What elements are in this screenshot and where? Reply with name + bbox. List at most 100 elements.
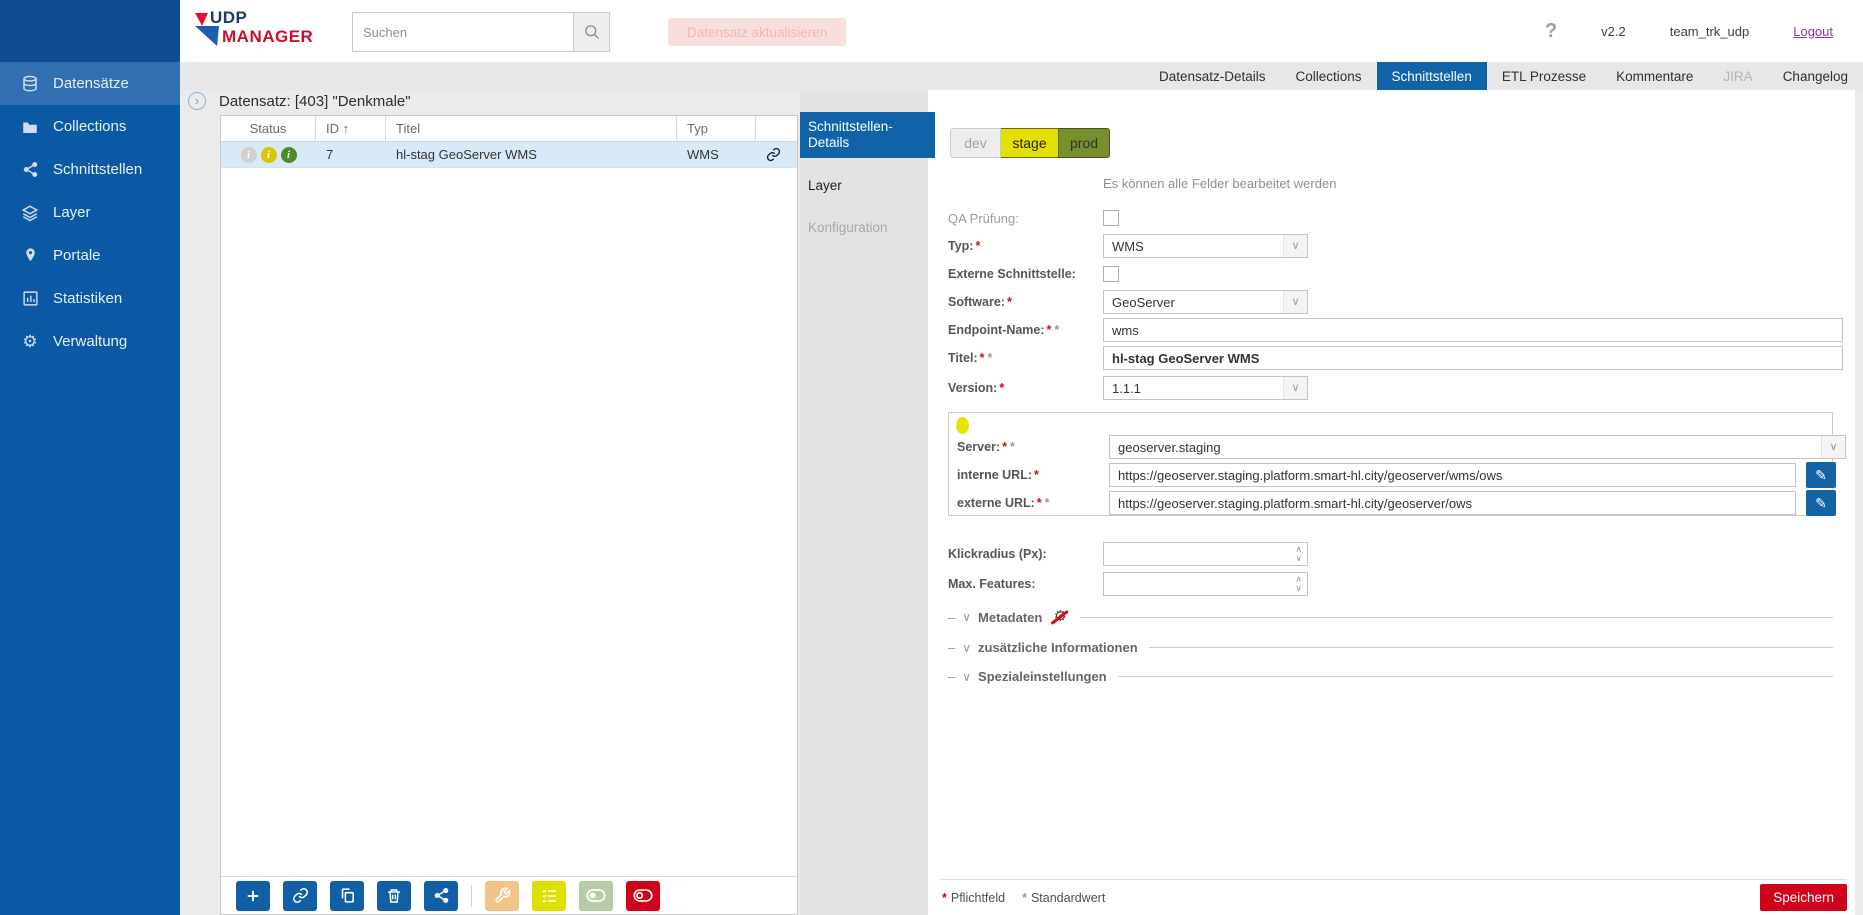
externe-schnittstelle-checkbox[interactable] xyxy=(1103,266,1119,282)
software-row: Software:* GeoServer ∨ xyxy=(948,290,1308,314)
detail-nav: Schnittstellen-Details Layer Konfigurati… xyxy=(800,90,928,915)
edit-externe-url-button[interactable]: ✎ xyxy=(1806,490,1836,516)
pencil-icon: ✎ xyxy=(1815,495,1827,512)
app-version: v2.2 xyxy=(1601,24,1626,39)
env-stage-button[interactable]: stage xyxy=(1001,128,1059,158)
sidebar-corner xyxy=(0,0,180,62)
link-button[interactable] xyxy=(283,881,317,911)
tab-kommentare[interactable]: Kommentare xyxy=(1601,62,1708,90)
logo-red-triangle-icon xyxy=(195,13,208,26)
search-input[interactable] xyxy=(353,13,573,51)
folder-icon xyxy=(21,118,39,136)
checklist-button[interactable] xyxy=(532,881,566,911)
detail-nav-schnittstellen-details[interactable]: Schnittstellen-Details xyxy=(800,112,935,158)
toggle-on-button[interactable] xyxy=(579,881,613,911)
interne-url-row: interne URL:* ✎ xyxy=(957,463,1836,487)
spinner-icon[interactable]: ∧∨ xyxy=(1295,575,1302,593)
trash-icon xyxy=(386,888,402,904)
titel-input[interactable] xyxy=(1103,346,1843,370)
column-status[interactable]: Status xyxy=(221,116,316,141)
externe-url-input[interactable] xyxy=(1109,491,1796,515)
chevron-down-icon: ∨ xyxy=(1821,436,1845,458)
section-zusaetzliche-informationen[interactable]: – ∨ zusätzliche Informationen xyxy=(948,640,1833,655)
chevron-down-icon: ∨ xyxy=(1283,291,1307,313)
tab-changelog[interactable]: Changelog xyxy=(1768,62,1863,90)
max-features-input[interactable]: ∧∨ xyxy=(1103,572,1308,596)
dash-icon: – xyxy=(948,640,955,655)
sidebar-item-statistiken[interactable]: Statistiken xyxy=(0,277,180,320)
detail-nav-konfiguration: Konfiguration xyxy=(800,213,928,242)
sidebar-item-label: Layer xyxy=(53,204,91,221)
sidebar-item-label: Verwaltung xyxy=(53,333,127,350)
cell-titel: hl-stag GeoServer WMS xyxy=(386,147,677,162)
detail-nav-layer[interactable]: Layer xyxy=(800,171,928,200)
klickradius-label: Klickradius (Px): xyxy=(948,547,1103,561)
sidebar-item-layer[interactable]: Layer xyxy=(0,191,180,234)
chevron-down-icon: ∨ xyxy=(1283,235,1307,257)
spinner-icon[interactable]: ∧∨ xyxy=(1295,545,1302,563)
column-titel[interactable]: Titel xyxy=(386,116,677,141)
logout-link[interactable]: Logout xyxy=(1793,24,1833,39)
typ-row: Typ:* WMS ∨ xyxy=(948,234,1308,258)
tab-etl-prozesse[interactable]: ETL Prozesse xyxy=(1487,62,1601,90)
typ-select[interactable]: WMS ∨ xyxy=(1103,234,1308,258)
version-select[interactable]: 1.1.1 ∨ xyxy=(1103,376,1308,400)
row-link-icon[interactable] xyxy=(756,147,797,162)
column-id[interactable]: ID ↑ xyxy=(316,116,386,141)
list-toolbar xyxy=(221,876,797,914)
interne-url-input[interactable] xyxy=(1109,463,1796,487)
sidebar-item-label: Datensätze xyxy=(53,75,129,92)
column-typ[interactable]: Typ xyxy=(677,116,756,141)
copy-button[interactable] xyxy=(330,881,364,911)
tab-collections[interactable]: Collections xyxy=(1281,62,1377,90)
klickradius-input[interactable]: ∧∨ xyxy=(1103,542,1308,566)
section-spezialeinstellungen[interactable]: – ∨ Spezialeinstellungen xyxy=(948,669,1833,684)
standard-legend: Standardwert xyxy=(1031,891,1105,905)
delete-button[interactable] xyxy=(377,881,411,911)
max-features-label: Max. Features: xyxy=(948,577,1103,591)
gear-disabled-icon: ⚙ xyxy=(1051,608,1069,626)
tab-bar: Datensatz-Details Collections Schnittste… xyxy=(180,62,1863,90)
expand-dataset-icon[interactable]: › xyxy=(188,92,206,110)
cell-typ: WMS xyxy=(677,147,756,162)
sidebar-item-collections[interactable]: Collections xyxy=(0,105,180,148)
section-label: zusätzliche Informationen xyxy=(978,640,1138,655)
status-badge-gray: i xyxy=(241,147,257,163)
endpoint-input[interactable] xyxy=(1103,318,1843,342)
sidebar-item-label: Portale xyxy=(53,247,101,264)
edit-interne-url-button[interactable]: ✎ xyxy=(1806,462,1836,488)
sidebar-item-portale[interactable]: Portale xyxy=(0,234,180,277)
qa-label: QA Prüfung: xyxy=(948,211,1103,226)
server-section: Server:** geoserver.staging ∨ interne UR… xyxy=(948,412,1833,516)
sidebar-item-schnittstellen[interactable]: Schnittstellen xyxy=(0,148,180,191)
status-badge-green: i xyxy=(281,147,297,163)
tab-datensatz-details[interactable]: Datensatz-Details xyxy=(1144,62,1281,90)
software-select[interactable]: GeoServer ∨ xyxy=(1103,290,1308,314)
section-metadaten[interactable]: – ∨ Metadaten ⚙ xyxy=(948,608,1833,626)
toggle-on-icon xyxy=(586,888,606,903)
topbar: UDP MANAGER Datensatz aktualisieren ? v2… xyxy=(180,0,1863,62)
server-select[interactable]: geoserver.staging ∨ xyxy=(1109,435,1846,459)
section-divider xyxy=(1118,676,1833,677)
tab-schnittstellen[interactable]: Schnittstellen xyxy=(1377,62,1487,90)
section-divider xyxy=(1149,647,1833,648)
server-select-value: geoserver.staging xyxy=(1110,440,1821,455)
help-icon[interactable]: ? xyxy=(1545,20,1557,43)
toggle-off-button[interactable] xyxy=(626,881,660,911)
share-button[interactable] xyxy=(424,881,458,911)
add-button[interactable] xyxy=(236,881,270,911)
endpoint-row: Endpoint-Name:** xyxy=(948,318,1843,342)
save-button[interactable]: Speichern xyxy=(1760,884,1847,911)
titel-row: Titel:** xyxy=(948,346,1843,370)
sidebar-item-verwaltung[interactable]: ⚙ Verwaltung xyxy=(0,320,180,363)
tools-button[interactable] xyxy=(485,881,519,911)
externe-schnittstelle-label: Externe Schnittstelle: xyxy=(948,267,1103,281)
table-row[interactable]: i i i 7 hl-stag GeoServer WMS WMS xyxy=(221,142,797,168)
sidebar-item-datensaetze[interactable]: Datensätze xyxy=(0,62,180,105)
layers-icon xyxy=(21,204,39,222)
externe-schnittstelle-row: Externe Schnittstelle: xyxy=(948,262,1119,286)
env-prod-button[interactable]: prod xyxy=(1059,128,1110,158)
content-area: › Datensatz: [403] "Denkmale" Status ID … xyxy=(180,90,1863,915)
search-button[interactable] xyxy=(573,13,609,51)
qa-checkbox[interactable] xyxy=(1103,210,1119,226)
